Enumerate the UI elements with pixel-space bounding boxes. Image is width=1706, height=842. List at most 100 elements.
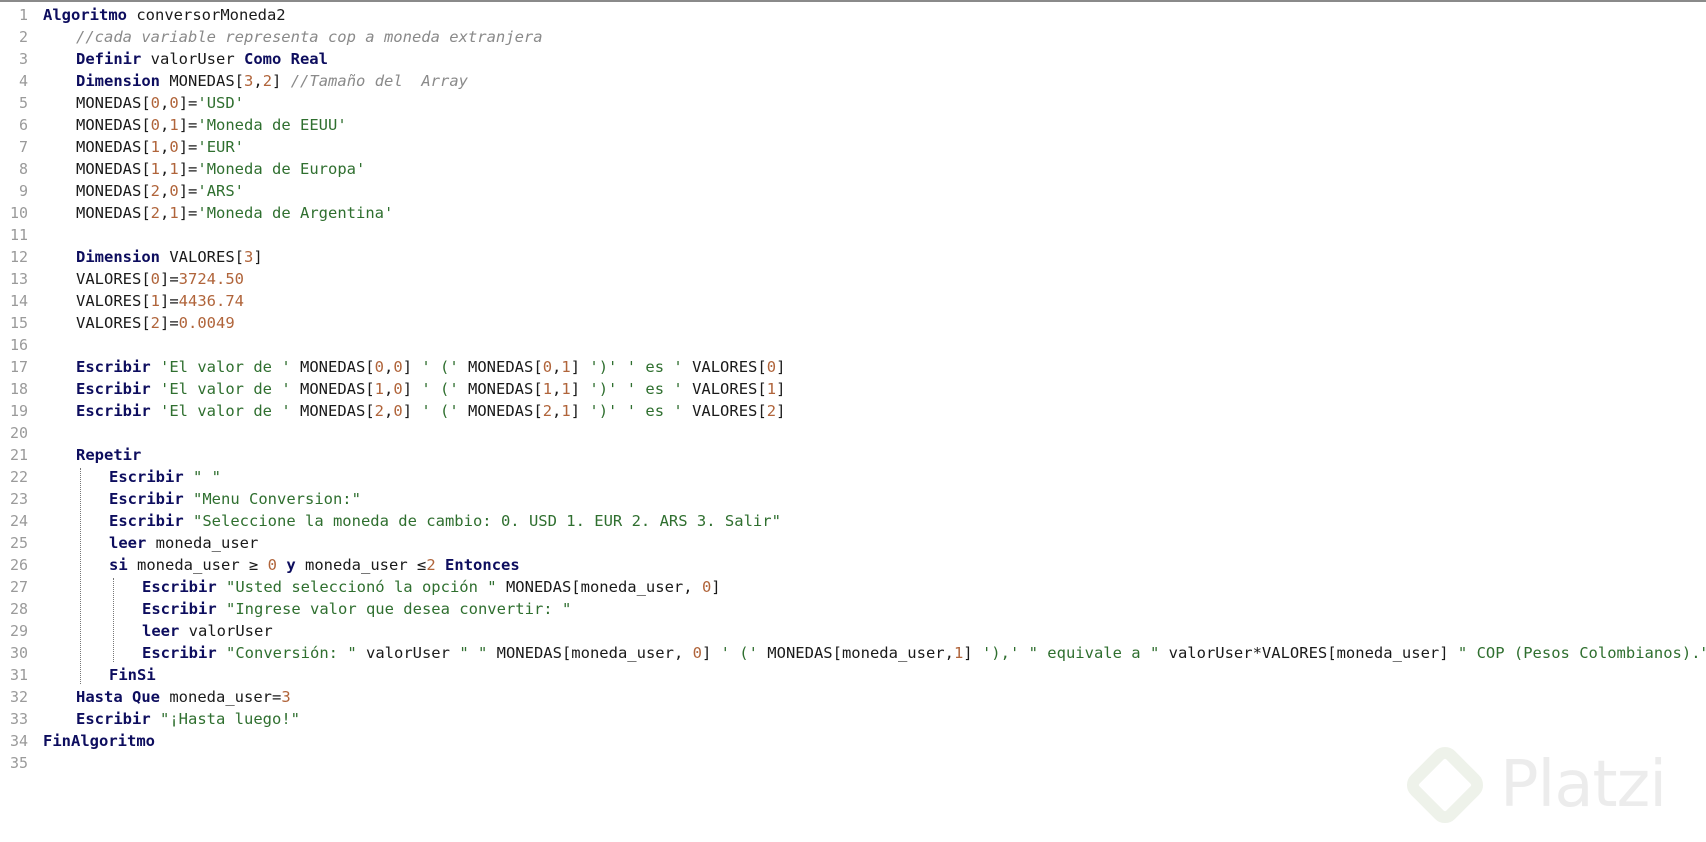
code-token: VALORES[: [682, 402, 767, 420]
code-line[interactable]: 25 leer moneda_user: [0, 532, 1706, 554]
indent-guide: [80, 468, 81, 684]
line-number: 25: [9, 534, 28, 552]
code-line[interactable]: 20: [0, 422, 1706, 444]
code-editor[interactable]: 1 Algoritmo conversorMoneda2 2 //cada varia…: [0, 0, 1706, 842]
code-text: MONEDAS[1,1]='Moneda de Europa': [76, 158, 365, 180]
code-token: MONEDAS[: [76, 160, 151, 178]
line-number: 12: [9, 248, 28, 266]
code-text: Algoritmo conversorMoneda2: [43, 4, 286, 26]
code-line[interactable]: 2 //cada variable representa cop a moneda…: [0, 26, 1706, 48]
code-line[interactable]: 10 MONEDAS[2,1]='Moneda de Argentina': [0, 202, 1706, 224]
code-line[interactable]: 13 VALORES[0]=3724.50: [0, 268, 1706, 290]
code-line[interactable]: 5 MONEDAS[0,0]='USD': [0, 92, 1706, 114]
code-token: 'El valor de ': [160, 402, 291, 420]
code-area[interactable]: 1 Algoritmo conversorMoneda2 2 //cada varia…: [0, 4, 1706, 774]
code-line[interactable]: 33 Escribir "¡Hasta luego!": [0, 708, 1706, 730]
code-token: Escribir: [76, 402, 151, 420]
code-token: ,: [160, 138, 170, 156]
line-number: 19: [9, 402, 28, 420]
code-line[interactable]: 22 Escribir " ": [0, 466, 1706, 488]
code-token: 0: [150, 94, 160, 112]
code-line[interactable]: 19 Escribir 'El valor de ' MONEDAS[2,0] '…: [0, 400, 1706, 422]
code-line[interactable]: 17 Escribir 'El valor de ' MONEDAS[0,0] '…: [0, 356, 1706, 378]
code-token: MONEDAS[moneda_user,: [496, 578, 702, 596]
code-token: MONEDAS[: [76, 138, 151, 156]
code-token: MONEDAS[moneda_user,: [487, 644, 693, 662]
code-text: VALORES[0]=3724.50: [76, 268, 244, 290]
code-token: MONEDAS[: [290, 358, 375, 376]
code-line[interactable]: 31 FinSi: [0, 664, 1706, 686]
code-token: ,: [552, 380, 562, 398]
code-token: ]=: [160, 270, 179, 288]
code-line[interactable]: 18 Escribir 'El valor de ' MONEDAS[1,0] '…: [0, 378, 1706, 400]
code-token: 1: [150, 138, 160, 156]
code-token: 'ARS': [197, 182, 245, 200]
line-number: 18: [9, 380, 28, 398]
code-token: "Conversión: ": [226, 644, 357, 662]
code-text: Repetir: [76, 444, 141, 466]
code-line[interactable]: 6 MONEDAS[0,1]='Moneda de EEUU': [0, 114, 1706, 136]
code-token: Escribir: [109, 468, 184, 486]
code-token: ]: [711, 578, 721, 596]
code-line[interactable]: 14 VALORES[1]=4436.74: [0, 290, 1706, 312]
code-token: ' es ': [626, 402, 683, 420]
code-text: Definir valorUser Como Real: [76, 48, 328, 70]
code-text: Dimension VALORES[3]: [76, 246, 263, 268]
code-token: FinSi: [109, 666, 156, 684]
code-line[interactable]: 27 Escribir "Usted seleccionó la opción "…: [0, 576, 1706, 598]
code-text: MONEDAS[0,0]='USD': [76, 92, 244, 114]
code-line[interactable]: 24 Escribir "Seleccione la moneda de camb…: [0, 510, 1706, 532]
code-line[interactable]: 4 Dimension MONEDAS[3,2] //Tamaño del Arr…: [0, 70, 1706, 92]
code-token: ]: [570, 380, 590, 398]
code-line[interactable]: 28 Escribir "Ingrese valor que desea conv…: [0, 598, 1706, 620]
code-token: ' es ': [626, 358, 683, 376]
line-number: 24: [9, 512, 28, 530]
code-line[interactable]: 9 MONEDAS[2,0]='ARS': [0, 180, 1706, 202]
code-line[interactable]: 29 leer valorUser: [0, 620, 1706, 642]
code-token: 0: [150, 270, 160, 288]
code-line[interactable]: 30 Escribir "Conversión: " valorUser " " …: [0, 642, 1706, 664]
code-line[interactable]: 23 Escribir "Menu Conversion:": [0, 488, 1706, 510]
line-number: 13: [9, 270, 28, 288]
code-text: Escribir 'El valor de ' MONEDAS[1,0] ' (…: [76, 378, 785, 400]
code-text: Escribir 'El valor de ' MONEDAS[2,0] ' (…: [76, 400, 785, 422]
code-text: VALORES[1]=4436.74: [76, 290, 244, 312]
code-line[interactable]: 21 Repetir: [0, 444, 1706, 466]
line-number: 3: [18, 50, 28, 68]
code-line[interactable]: 3 Definir valorUser Como Real: [0, 48, 1706, 70]
code-token: ]: [402, 380, 422, 398]
code-line[interactable]: 26 si moneda_user ≥ 0 y moneda_user ≤2 En…: [0, 554, 1706, 576]
code-line[interactable]: 1 Algoritmo conversorMoneda2: [0, 4, 1706, 26]
code-token: ,: [253, 72, 263, 90]
code-token: 2: [150, 314, 160, 332]
code-token: ]=: [178, 204, 198, 222]
code-token: 0.0049: [178, 314, 235, 332]
code-token: 1: [561, 380, 571, 398]
code-token: Dimension: [76, 72, 160, 90]
code-line[interactable]: 8 MONEDAS[1,1]='Moneda de Europa': [0, 158, 1706, 180]
code-token: ,: [160, 182, 170, 200]
code-line[interactable]: 32 Hasta Que moneda_user=3: [0, 686, 1706, 708]
code-token: MONEDAS[: [76, 94, 151, 112]
line-number: 8: [18, 160, 28, 178]
code-token: 0: [169, 138, 179, 156]
code-line[interactable]: 16: [0, 334, 1706, 356]
code-line[interactable]: 11: [0, 224, 1706, 246]
code-line[interactable]: 7 MONEDAS[1,0]='EUR': [0, 136, 1706, 158]
code-token: leer: [109, 534, 147, 552]
code-line[interactable]: 12 Dimension VALORES[3]: [0, 246, 1706, 268]
code-token: "¡Hasta luego!": [160, 710, 300, 728]
line-number: 15: [9, 314, 28, 332]
code-token: 2: [766, 402, 777, 420]
code-line[interactable]: 15 VALORES[2]=0.0049: [0, 312, 1706, 334]
line-number: 11: [9, 226, 28, 244]
code-token: ,: [160, 160, 170, 178]
code-token: ]: [963, 644, 982, 662]
line-number: 35: [9, 754, 28, 772]
